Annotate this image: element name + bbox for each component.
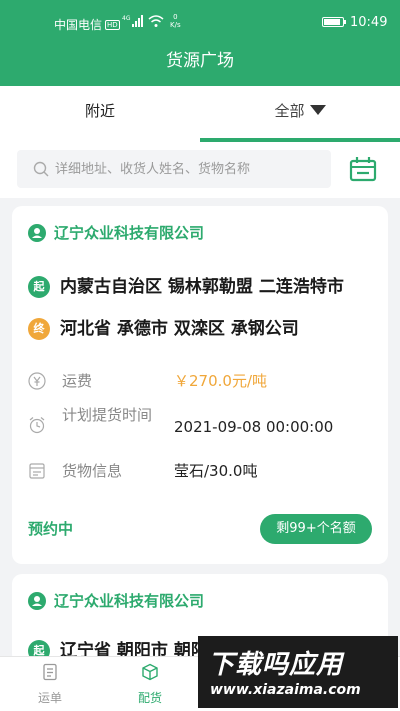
caret-down-icon <box>309 105 326 115</box>
signal-icon: 4G <box>122 15 143 27</box>
quota-button[interactable]: 剩99+个名额 <box>260 514 372 544</box>
network-label: 4G <box>122 15 131 22</box>
speed-unit: K/s <box>170 21 181 29</box>
search-box <box>17 150 331 188</box>
goods-info-row: 货物信息 莹石/30.0吨 <box>28 460 378 482</box>
box-icon <box>142 663 158 681</box>
watermark-title: 下载吗应用 <box>208 650 344 680</box>
nav-dispatch[interactable]: 配货 <box>100 657 200 711</box>
freight-row: 运费 ￥270.0元/吨 <box>28 370 378 392</box>
tab-all[interactable]: 全部 <box>200 86 400 142</box>
search-icon <box>33 161 49 177</box>
end-badge: 终 <box>28 318 50 340</box>
goods-info-value: 莹石/30.0吨 <box>174 462 258 480</box>
company-name: 辽宁众业科技有限公司 <box>54 592 205 610</box>
end-address: 河北省 承德市 双滦区 承钢公司 <box>60 319 299 339</box>
pickup-time-label: 计划提货时间 <box>62 406 153 424</box>
status-bar: 中国电信 HD 4G 0 K/s 10:49 <box>0 0 400 40</box>
user-icon <box>28 592 46 610</box>
alarm-clock-icon <box>29 417 45 434</box>
company-name: 辽宁众业科技有限公司 <box>54 224 205 242</box>
nav-waybill-label: 运单 <box>37 691 62 705</box>
battery-icon <box>322 17 346 27</box>
user-icon <box>28 224 46 242</box>
tab-all-label: 全部 <box>274 102 305 120</box>
pickup-time-row: 计划提货时间 2021-09-08 00:00:00 <box>28 404 378 450</box>
start-address: 内蒙古自治区 锡林郭勒盟 二连浩特市 <box>60 277 344 297</box>
start-badge: 起 <box>28 276 50 298</box>
carrier-label: 中国电信 HD <box>54 16 120 33</box>
clock: 10:49 <box>350 15 388 30</box>
nav-dispatch-label: 配货 <box>137 691 162 705</box>
end-address-row: 终 河北省 承德市 双滦区 承钢公司 <box>28 316 378 342</box>
hd-badge: HD <box>105 20 120 30</box>
start-address-row: 起 内蒙古自治区 锡林郭勒盟 二连浩特市 <box>28 274 378 300</box>
wifi-icon <box>148 15 164 27</box>
cargo-card[interactable]: 辽宁众业科技有限公司 起 内蒙古自治区 锡林郭勒盟 二连浩特市 终 河北省 承德… <box>12 206 388 564</box>
quota-label: 剩99+个名额 <box>276 521 356 536</box>
search-input[interactable] <box>55 150 325 188</box>
reservation-status: 预约中 <box>28 520 74 538</box>
search-row <box>0 142 400 198</box>
carrier-name: 中国电信 <box>54 18 103 32</box>
tab-nearby[interactable]: 附近 <box>0 86 200 142</box>
tab-nearby-label: 附近 <box>84 102 115 120</box>
freight-value: ￥270.0元/吨 <box>174 372 267 390</box>
tab-bar: 附近 全部 <box>0 86 400 142</box>
watermark: 下载吗应用 www.xiazaima.com <box>198 636 398 708</box>
page-title: 货源广场 <box>166 51 234 71</box>
calendar-icon[interactable] <box>349 156 377 182</box>
nav-waybill[interactable]: 运单 <box>0 657 100 711</box>
network-speed: 0 K/s <box>170 13 181 29</box>
list-icon <box>29 463 45 479</box>
document-icon <box>43 663 57 681</box>
pickup-time-value: 2021-09-08 00:00:00 <box>174 418 334 436</box>
navigation-bar: 货源广场 <box>0 40 400 86</box>
freight-label: 运费 <box>62 372 93 390</box>
yuan-icon <box>28 372 46 390</box>
goods-info-label: 货物信息 <box>62 462 123 480</box>
speed-value: 0 <box>173 13 178 21</box>
watermark-url: www.xiazaima.com <box>210 682 361 698</box>
